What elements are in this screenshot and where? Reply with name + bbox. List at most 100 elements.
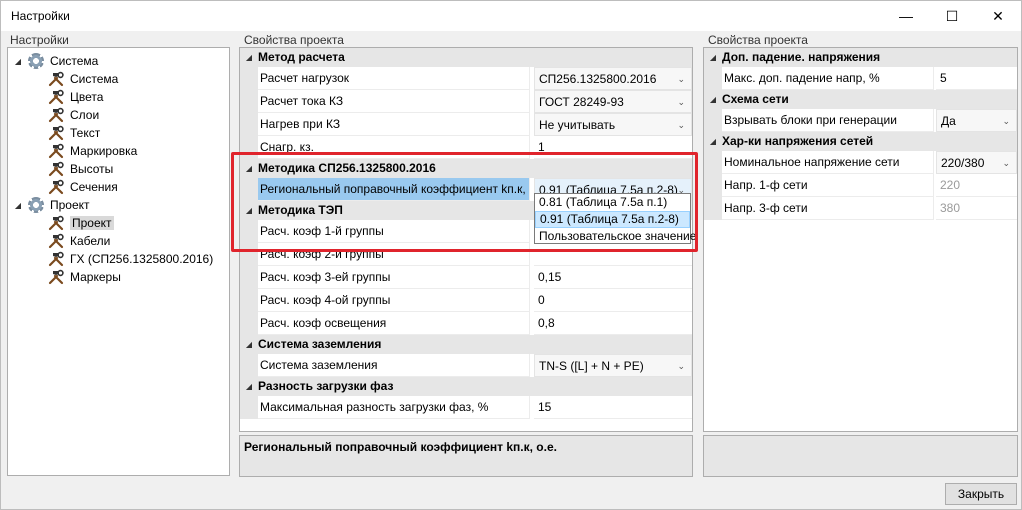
property-category[interactable]: ◢ Метод расчета — [240, 48, 692, 67]
dropdown-option[interactable]: Пользовательское значение — [535, 228, 696, 245]
tools-icon — [48, 143, 64, 159]
minimize-icon[interactable]: — — [883, 1, 929, 31]
property-combo[interactable]: Да ⌄ — [936, 109, 1017, 132]
description-text: Региональный поправочный коэффициент kп.… — [244, 440, 557, 454]
category-title: Система заземления — [258, 337, 382, 351]
expand-arrow-icon[interactable]: ◢ — [12, 57, 24, 66]
property-row[interactable]: Расч. коэф 4-ой группы 0 — [240, 289, 692, 312]
property-category[interactable]: ◢ Хар-ки напряжения сетей — [704, 132, 1017, 151]
property-combo[interactable]: Не учитывать ⌄ — [534, 113, 692, 136]
right-property-grid: ◢ Доп. падение. напряжения Макс. доп. паде… — [703, 47, 1018, 432]
value-text: TN-S ([L] + N + PE) — [539, 359, 644, 373]
collapse-arrow-icon[interactable]: ◢ — [240, 53, 258, 62]
row-gutter — [240, 220, 258, 243]
chevron-down-icon[interactable]: ⌄ — [677, 114, 685, 137]
property-category[interactable]: ◢ Система заземления — [240, 335, 692, 354]
tree-item-label: Система — [50, 54, 99, 68]
property-row[interactable]: Напр. 3-ф сети 380 — [704, 197, 1017, 220]
property-combo[interactable]: 220/380 ⌄ — [936, 151, 1017, 174]
gear-icon — [28, 197, 44, 213]
collapse-arrow-icon[interactable]: ◢ — [240, 164, 258, 173]
property-value[interactable]: 0 — [534, 289, 692, 312]
property-name: Расч. коэф 2-й группы — [258, 243, 530, 266]
property-value: 380 — [936, 197, 1017, 220]
property-row[interactable]: Снагр. кз. 1 — [240, 136, 692, 159]
tree-item[interactable]: Высоты — [48, 160, 113, 178]
chevron-down-icon[interactable]: ⌄ — [677, 355, 685, 378]
property-row[interactable]: Расч. коэф 3-ей группы 0,15 — [240, 266, 692, 289]
chevron-down-icon[interactable]: ⌄ — [677, 91, 685, 114]
collapse-arrow-icon[interactable]: ◢ — [240, 340, 258, 349]
tools-icon — [48, 161, 64, 177]
property-combo[interactable]: ГОСТ 28249-93 ⌄ — [534, 90, 692, 113]
close-button[interactable]: Закрыть — [945, 483, 1017, 505]
property-name: Напр. 3-ф сети — [722, 197, 934, 220]
property-category[interactable]: ◢ Схема сети — [704, 90, 1017, 109]
chevron-down-icon[interactable]: ⌄ — [1002, 110, 1010, 133]
property-row[interactable]: Максимальная разность загрузки фаз, % 15 — [240, 396, 692, 419]
value-text: 0,15 — [538, 270, 562, 284]
value-text: 220/380 — [941, 156, 985, 170]
dropdown-option[interactable]: 0.91 (Таблица 7.5а п.2-8) — [535, 211, 690, 228]
collapse-arrow-icon[interactable]: ◢ — [240, 382, 258, 391]
category-title: Доп. падение. напряжения — [722, 50, 881, 64]
property-row[interactable]: Расч. коэф 2-й группы — [240, 243, 692, 266]
property-combo[interactable]: TN-S ([L] + N + PE) ⌄ — [534, 354, 692, 377]
row-gutter — [240, 178, 258, 201]
property-name: Расч. коэф 3-ей группы — [258, 266, 530, 289]
property-value[interactable]: 0,8 — [534, 312, 692, 335]
value-text: Не учитывать — [539, 118, 616, 132]
tree-item[interactable]: ◢ Система — [12, 52, 98, 70]
chevron-down-icon[interactable]: ⌄ — [1002, 152, 1010, 175]
tree-item-label: Слои — [70, 108, 100, 122]
property-value[interactable]: 5 — [936, 67, 1017, 90]
property-row[interactable]: Нагрев при КЗ Не учитывать ⌄ — [240, 113, 692, 136]
tree-item[interactable]: ГХ (СП256.1325800.2016) — [48, 250, 213, 268]
tree-item[interactable]: Маркировка — [48, 142, 137, 160]
property-row[interactable]: Система заземления TN-S ([L] + N + PE) ⌄ — [240, 354, 692, 377]
collapse-arrow-icon[interactable]: ◢ — [704, 53, 722, 62]
row-gutter — [704, 197, 722, 220]
property-row[interactable]: Взрывать блоки при генерации Да ⌄ — [704, 109, 1017, 132]
tree-item[interactable]: Слои — [48, 106, 99, 124]
tree-item[interactable]: Цвета — [48, 88, 103, 106]
value-text: 380 — [940, 201, 961, 215]
property-row[interactable]: Расч. коэф освещения 0,8 — [240, 312, 692, 335]
tree-item[interactable]: Текст — [48, 124, 100, 142]
property-row[interactable]: Номинальное напряжение сети 220/380 ⌄ — [704, 151, 1017, 174]
property-row[interactable]: Напр. 1-ф сети 220 — [704, 174, 1017, 197]
maximize-icon[interactable]: ☐ — [929, 1, 975, 31]
tree-item[interactable]: ◢ Проект — [12, 196, 90, 214]
value-text: 5 — [940, 71, 947, 85]
close-icon[interactable]: ✕ — [975, 1, 1021, 31]
property-name: Региональный поправочный коэффициент kп.… — [258, 178, 530, 201]
row-gutter — [240, 136, 258, 159]
tree-item[interactable]: Маркеры — [48, 268, 121, 286]
row-gutter — [240, 289, 258, 312]
tree-item-label: Проект — [70, 216, 114, 230]
dropdown-option[interactable]: 0.81 (Таблица 7.5а п.1) — [535, 194, 690, 211]
property-row[interactable]: Расчет нагрузок СП256.1325800.2016 ⌄ — [240, 67, 692, 90]
property-value[interactable]: 1 — [534, 136, 692, 159]
tree-item[interactable]: Кабели — [48, 232, 110, 250]
property-combo[interactable]: СП256.1325800.2016 ⌄ — [534, 67, 692, 90]
tree-item[interactable]: Проект — [48, 214, 114, 232]
expand-arrow-icon[interactable]: ◢ — [12, 201, 24, 210]
property-category[interactable]: ◢ Разность загрузки фаз — [240, 377, 692, 396]
tree-item[interactable]: Сечения — [48, 178, 118, 196]
tools-icon — [48, 251, 64, 267]
title-bar: Настройки — ☐ ✕ — [1, 1, 1021, 31]
property-value[interactable]: 15 — [534, 396, 692, 419]
property-category[interactable]: ◢ Методика СП256.1325800.2016 — [240, 159, 692, 178]
chevron-down-icon[interactable]: ⌄ — [677, 68, 685, 91]
tree-item[interactable]: Система — [48, 70, 118, 88]
collapse-arrow-icon[interactable]: ◢ — [704, 95, 722, 104]
property-row[interactable]: Расчет тока КЗ ГОСТ 28249-93 ⌄ — [240, 90, 692, 113]
property-value[interactable] — [534, 243, 692, 266]
property-row[interactable]: Макс. доп. падение напр, % 5 — [704, 67, 1017, 90]
collapse-arrow-icon[interactable]: ◢ — [704, 137, 722, 146]
right-description-pane — [703, 435, 1018, 477]
collapse-arrow-icon[interactable]: ◢ — [240, 206, 258, 215]
property-category[interactable]: ◢ Доп. падение. напряжения — [704, 48, 1017, 67]
property-value[interactable]: 0,15 — [534, 266, 692, 289]
